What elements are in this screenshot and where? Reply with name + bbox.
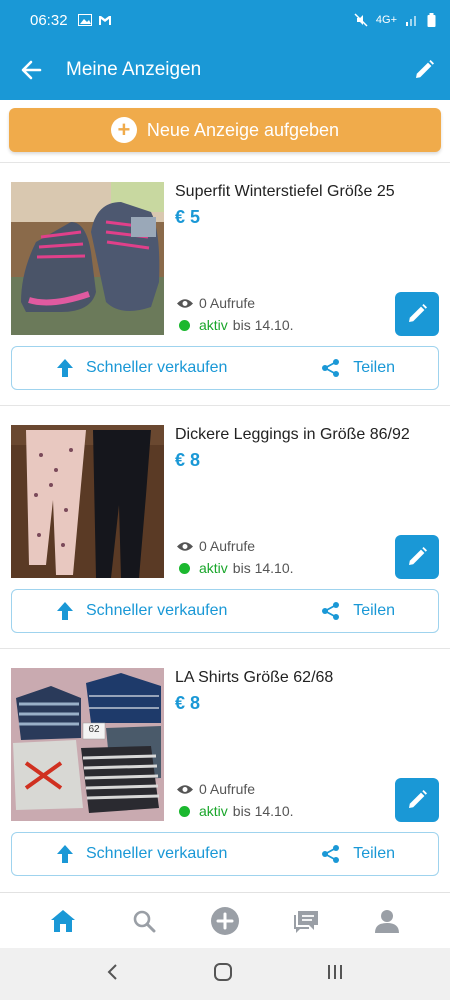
app-bar: Meine Anzeigen [0,40,450,100]
ad-title[interactable]: LA Shirts Größe 62/68 [175,669,333,687]
clock: 06:32 [30,11,68,29]
ad-image-winter-boots[interactable] [11,182,164,335]
profile-icon [375,909,400,933]
ad-title[interactable]: Dickere Leggings in Größe 86/92 [175,426,410,444]
share-icon [322,845,340,863]
ad-views: 0 Aufrufe [177,538,255,554]
sell-faster-button[interactable]: Schneller verkaufen [56,844,227,864]
size-tag-label: 62 [88,724,100,735]
gmail-notification-icon [98,15,111,25]
share-button[interactable]: Teilen [321,844,395,864]
edit-ad-button[interactable] [395,292,439,336]
nav-profile[interactable] [365,899,409,943]
system-navigation-bar [0,948,450,1000]
status-label: aktiv [199,317,228,333]
ad-actions: Schneller verkaufen Teilen [11,832,439,876]
ad-price: € 8 [175,693,201,713]
arrow-up-icon [57,359,73,377]
search-icon [133,910,156,932]
ad-status: aktiv bis 14.10. [179,803,294,819]
status-until: bis 14.10. [232,317,294,333]
ad-image-shirts[interactable]: 62 [11,668,164,821]
ad-status: aktiv bis 14.10. [179,560,294,576]
pencil-icon [409,790,427,808]
page-title: Meine Anzeigen [66,59,202,80]
share-button[interactable]: Teilen [321,358,395,378]
gallery-notification-icon [77,14,92,26]
nav-search[interactable] [122,899,166,943]
ad-image-leggings[interactable] [11,425,164,578]
arrow-up-icon [57,602,73,620]
back-button[interactable] [0,40,62,100]
eye-icon [177,784,193,794]
chevron-left-icon [107,963,118,980]
edit-ad-button[interactable] [395,535,439,579]
status-dot [179,562,190,574]
battery-icon [427,13,436,27]
ad-actions: Schneller verkaufen Teilen [11,346,439,390]
nav-post-ad[interactable] [203,899,247,943]
system-recents-button[interactable] [326,963,344,986]
network-type: 4G+ [375,14,397,26]
nav-home[interactable] [41,899,85,943]
status-dot [179,319,190,331]
ad-price: € 5 [175,207,201,227]
ad-card: Superfit Winterstiefel Größe 25 € 5 0 Au… [0,162,450,405]
ad-title[interactable]: Superfit Winterstiefel Größe 25 [175,183,395,201]
new-ad-label: Neue Anzeige aufgeben [146,119,340,140]
eye-icon [177,298,193,308]
ad-card: Dickere Leggings in Größe 86/92 € 8 0 Au… [0,405,450,648]
status-until: bis 14.10. [232,560,294,576]
arrow-back-icon [21,60,42,80]
home-square-icon [213,962,232,981]
eye-icon [177,541,193,551]
ad-views: 0 Aufrufe [177,295,255,311]
arrow-up-icon [57,845,73,863]
plus-icon: + [110,117,137,143]
home-icon [50,909,75,932]
ad-card: 62 LA Shirts Größe 62/68 € 8 0 Aufrufe a… [0,648,450,891]
status-label: aktiv [199,803,228,819]
sell-faster-button[interactable]: Schneller verkaufen [56,358,227,378]
status-bar: 06:32 4G+ [0,0,450,40]
ad-views: 0 Aufrufe [177,781,255,797]
system-back-button[interactable] [106,963,120,986]
pencil-icon [409,547,427,565]
share-icon [322,602,340,620]
status-until: bis 14.10. [232,803,294,819]
bottom-nav [0,892,450,948]
pencil-icon [416,60,434,78]
mute-icon [354,13,368,27]
signal-icon [406,16,416,26]
messages-icon [294,910,319,933]
status-dot [179,805,190,817]
share-button[interactable]: Teilen [321,601,395,621]
ad-status: aktiv bis 14.10. [179,317,294,333]
sell-faster-button[interactable]: Schneller verkaufen [56,601,227,621]
add-circle-icon [210,906,239,935]
ad-price: € 8 [175,450,201,470]
nav-messages[interactable] [284,899,328,943]
recents-icon [327,964,342,979]
system-home-button[interactable] [213,962,233,987]
new-ad-button[interactable]: + Neue Anzeige aufgeben [9,108,441,152]
ad-actions: Schneller verkaufen Teilen [11,589,439,633]
status-label: aktiv [199,560,228,576]
ad-list: Superfit Winterstiefel Größe 25 € 5 0 Au… [0,162,450,891]
edit-ad-button[interactable] [395,778,439,822]
pencil-icon [409,304,427,322]
share-icon [322,359,340,377]
edit-list-button[interactable] [398,40,450,100]
